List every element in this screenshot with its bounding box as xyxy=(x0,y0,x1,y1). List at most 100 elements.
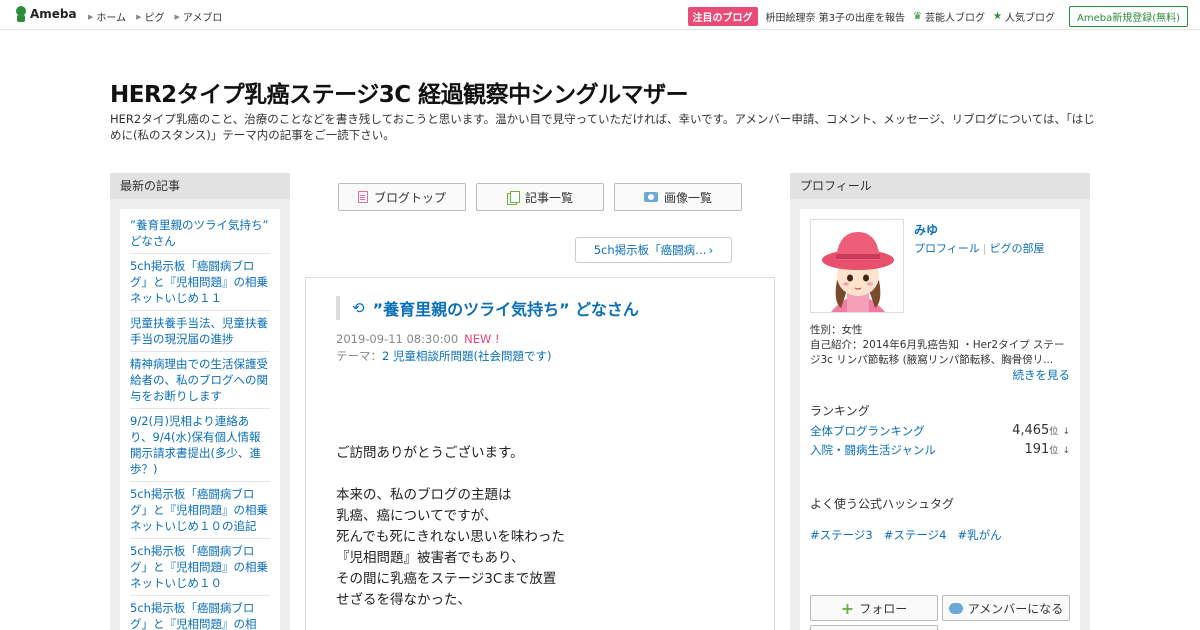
article-title-wrap: ⟲ ”養育里親のツライ気持ち” どなさん xyxy=(336,296,639,320)
article-theme: テーマ：2 児童相談所問題(社会問題です) xyxy=(336,348,551,364)
follow-label: フォロー xyxy=(859,601,908,616)
message-button[interactable] xyxy=(810,625,938,630)
chevron-right-icon: ▶ xyxy=(174,12,180,21)
recent-article-item[interactable]: 9/2(月)児相より連絡あり、9/4(水)保有個人情報開示請求書提出(多少、進歩… xyxy=(130,409,270,482)
recent-article-item[interactable]: 5ch掲示板「癌闘病ブログ」と『児相問題』の相乗ネットいじめ１０ xyxy=(130,539,270,596)
ameba-logo[interactable]: Ameba xyxy=(14,6,77,22)
article-meta: 2019-09-11 08:30:00 NEW ! xyxy=(336,332,500,346)
profile-panel: プロフィール みゆ プロフィール | ピグの部屋 性別：女性 自己紹介：2014… xyxy=(790,173,1090,630)
plus-icon: + xyxy=(840,598,855,618)
top-nav: ▶ ホーム ▶ ピグ ▶ アメブロ xyxy=(88,9,223,25)
profile-gender: 性別：女性 xyxy=(810,324,863,336)
ranking-value: 4,465位 ↓ xyxy=(1012,423,1070,439)
nav-home[interactable]: ▶ ホーム xyxy=(88,9,127,25)
hashtag-link[interactable]: #乳がん xyxy=(957,527,1001,543)
profile-actions: + フォロー アメンバーになる xyxy=(810,595,1070,621)
avatar[interactable] xyxy=(810,219,904,313)
hashtag-list: #ステージ3 #ステージ4 #乳がん xyxy=(810,527,1002,543)
theme-label: テーマ： xyxy=(336,349,382,363)
avatar-illustration xyxy=(811,220,903,312)
new-badge: NEW ! xyxy=(464,332,500,346)
nav-pigg[interactable]: ▶ ピグ xyxy=(136,9,165,25)
arrow-down-icon: ↓ xyxy=(1062,446,1070,456)
ranking-number: 191 xyxy=(1024,442,1050,457)
nav-ameblo[interactable]: ▶ アメブロ xyxy=(174,9,223,25)
hashtag-link[interactable]: #ステージ3 xyxy=(810,527,873,543)
ranking-unit: 位 xyxy=(1049,446,1059,456)
celeb-blog-link[interactable]: ♛ 芸能人ブログ xyxy=(913,9,985,24)
recent-article-item[interactable]: 精神病理由での生活保護受給者の、私のブログへの関与をお断りします xyxy=(130,352,270,409)
article: ⟲ ”養育里親のツライ気持ち” どなさん 2019-09-11 08:30:00… xyxy=(305,277,775,630)
read-more-link[interactable]: 続きを見る xyxy=(1013,367,1071,383)
blog-title[interactable]: HER2タイプ乳癌ステージ3C 経過観察中シングルマザー xyxy=(110,75,689,109)
ranking-number: 4,465 xyxy=(1012,423,1050,438)
ranking-label[interactable]: 入院・闘病生活ジャンル xyxy=(810,442,936,458)
blog-top-label: ブログトップ xyxy=(373,190,446,205)
ameba-logo-text: Ameba xyxy=(30,7,77,21)
next-article-link[interactable]: 5ch掲示板「癌闘病… › xyxy=(575,237,732,263)
recent-article-item[interactable]: 5ch掲示板「癌闘病ブログ」と『児相問題』の相乗ネットいじめ１０の追記 xyxy=(130,482,270,539)
article-body: ご訪問ありがとうございます。 本来の、私のブログの主題は 乳癌、癌についてですが… xyxy=(336,445,565,608)
theme-link[interactable]: 2 児童相談所問題(社会問題です) xyxy=(382,349,551,363)
chevron-right-icon: ▶ xyxy=(88,12,94,21)
profile-name[interactable]: みゆ xyxy=(914,221,938,238)
amember-button[interactable]: アメンバーになる xyxy=(942,595,1070,621)
follow-button[interactable]: + フォロー xyxy=(810,595,938,621)
list-icon xyxy=(506,190,520,205)
blog-top-button[interactable]: ブログトップ xyxy=(338,183,466,211)
blog-description: HER2タイプ乳癌のこと、治療のことなどを書き残しておこうと思います。温かい目で… xyxy=(110,112,1095,142)
nav-home-label: ホーム xyxy=(96,13,127,24)
nav-ameblo-label: アメブロ xyxy=(182,13,223,24)
recent-articles-panel: 最新の記事 ”養育里親のツライ気持ち” どなさん 5ch掲示板「癌闘病ブログ」と… xyxy=(110,173,290,630)
ranking-label[interactable]: 全体ブログランキング xyxy=(810,423,925,439)
article-date: 2019-09-11 08:30:00 xyxy=(336,332,459,346)
recent-articles-heading: 最新の記事 xyxy=(110,173,290,199)
ranking-row: 全体ブログランキング 4,465位 ↓ xyxy=(810,423,1070,439)
camera-icon xyxy=(643,192,658,202)
amember-label: アメンバーになる xyxy=(967,601,1064,616)
profile-info: 性別：女性 自己紹介：2014年6月乳癌告知 ・Her2タイプ ステージ3c リ… xyxy=(810,323,1072,368)
article-list-button[interactable]: 記事一覧 xyxy=(476,183,604,211)
recent-articles-list: ”養育里親のツライ気持ち” どなさん 5ch掲示板「癌闘病ブログ」と『児相問題』… xyxy=(120,209,280,630)
profile-intro: 自己紹介：2014年6月乳癌告知 ・Her2タイプ ステージ3c リンパ節転移 … xyxy=(810,339,1065,366)
ranking-heading: ランキング xyxy=(810,404,870,418)
blog-nav: ブログトップ 記事一覧 画像一覧 xyxy=(338,183,742,211)
nav-pigg-label: ピグ xyxy=(144,13,165,24)
profile-link[interactable]: プロフィール xyxy=(914,242,980,255)
document-icon xyxy=(357,191,368,203)
ranking-value: 191位 ↓ xyxy=(1024,442,1070,458)
profile-links: プロフィール | ピグの部屋 xyxy=(914,240,1045,256)
profile-heading: プロフィール xyxy=(790,173,1090,199)
crown-icon: ♛ xyxy=(913,11,923,22)
featured-badge: 注目のブログ xyxy=(687,7,758,26)
ranking-unit: 位 xyxy=(1049,427,1059,437)
image-list-button[interactable]: 画像一覧 xyxy=(614,183,742,211)
popular-blog-label: 人気ブログ xyxy=(1004,13,1055,24)
top-right: 注目のブログ 枡田絵理奈 第3子の出産を報告 ♛ 芸能人ブログ ★ 人気ブログ Am… xyxy=(687,6,1188,27)
recent-article-item[interactable]: 5ch掲示板「癌闘病ブログ」と『児相問題』の相乗ネットいじめ１１ xyxy=(130,254,270,311)
recent-article-item[interactable]: 5ch掲示板「癌闘病ブログ」と『児相問題』の相 xyxy=(130,596,270,630)
ameba-logo-icon xyxy=(14,6,28,22)
featured-blog-link[interactable]: 枡田絵理奈 第3子の出産を報告 xyxy=(766,9,906,24)
separator: | xyxy=(982,242,987,255)
star-icon: ★ xyxy=(993,11,1002,22)
profile-box: みゆ プロフィール | ピグの部屋 性別：女性 自己紹介：2014年6月乳癌告知 ・… xyxy=(800,209,1080,630)
popular-blog-link[interactable]: ★ 人気ブログ xyxy=(993,9,1055,24)
chevron-right-icon: ▶ xyxy=(136,12,142,21)
next-article-label: 5ch掲示板「癌闘病… xyxy=(593,243,707,257)
reblog-icon: ⟲ xyxy=(352,299,365,317)
article-list-label: 記事一覧 xyxy=(524,190,573,205)
recent-article-item[interactable]: ”養育里親のツライ気持ち” どなさん xyxy=(130,213,270,254)
register-button[interactable]: Ameba新規登録(無料) xyxy=(1068,6,1188,27)
hashtag-heading: よく使う公式ハッシュタグ xyxy=(810,497,955,511)
article-title[interactable]: ”養育里親のツライ気持ち” どなさん xyxy=(373,296,639,320)
image-list-label: 画像一覧 xyxy=(663,190,712,205)
arrow-down-icon: ↓ xyxy=(1062,427,1070,437)
celeb-blog-label: 芸能人ブログ xyxy=(925,13,986,24)
chat-icon xyxy=(948,602,963,614)
hashtag-link[interactable]: #ステージ4 xyxy=(884,527,947,543)
top-bar: Ameba ▶ ホーム ▶ ピグ ▶ アメブロ 注目のブログ 枡田絵理奈 第3子の出産… xyxy=(0,0,1200,30)
chevron-right-icon: › xyxy=(708,243,714,257)
pigg-room-link[interactable]: ピグの部屋 xyxy=(990,242,1045,255)
recent-article-item[interactable]: 児童扶養手当法、児童扶養手当の現況届の進捗 xyxy=(130,311,270,352)
